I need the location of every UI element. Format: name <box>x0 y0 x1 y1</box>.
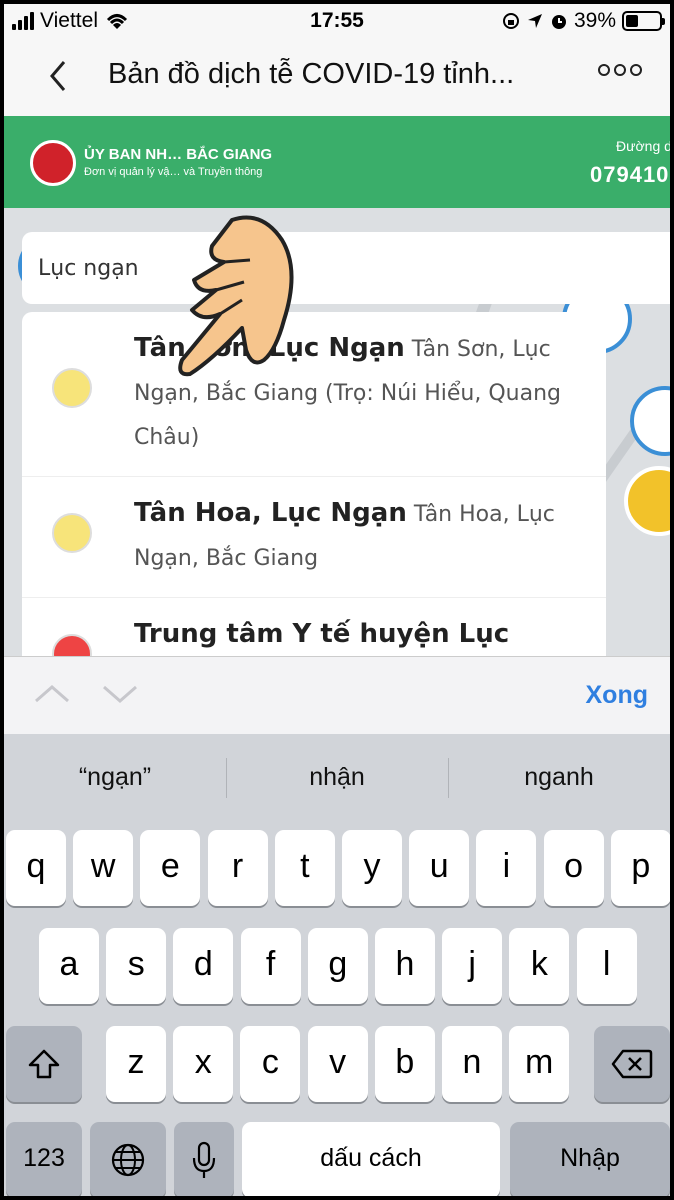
search-box[interactable] <box>22 232 670 304</box>
suggestion-item[interactable]: nhận <box>226 734 448 820</box>
signal-icon <box>12 12 34 30</box>
chevron-up-icon[interactable] <box>32 681 72 707</box>
province-logo <box>30 140 76 186</box>
language-key[interactable] <box>90 1122 166 1196</box>
return-key[interactable]: Nhập <box>510 1122 670 1196</box>
suggestion-item[interactable]: “ngạn” <box>4 734 226 820</box>
carrier-label: Viettel <box>40 9 98 32</box>
status-dot-icon <box>52 368 92 408</box>
chevron-down-icon[interactable] <box>100 681 140 707</box>
key-u[interactable]: u <box>409 830 470 906</box>
location-icon <box>527 14 542 28</box>
key-b[interactable]: b <box>374 1026 435 1102</box>
key-n[interactable]: n <box>442 1026 502 1102</box>
authority-banner: ỦY BAN NH… BẮC GIANG Đơn vị quản lý vậ… … <box>4 116 670 208</box>
map-view[interactable]: ỦY BAN NH… BẮC GIANG Đơn vị quản lý vậ… … <box>4 116 670 656</box>
hotline-label: Đường d <box>616 138 670 154</box>
suggestion-item[interactable]: nganh <box>448 734 670 820</box>
key-k[interactable]: k <box>509 928 570 1004</box>
rotation-lock-icon <box>502 13 519 29</box>
key-l[interactable]: l <box>576 928 637 1004</box>
keyboard-accessory-bar: Xong <box>4 656 670 734</box>
pointing-hand-icon <box>178 215 294 377</box>
banner-org: ỦY BAN NH… BẮC GIANG <box>84 146 273 163</box>
key-y[interactable]: y <box>342 830 402 906</box>
battery-icon <box>622 11 665 31</box>
shift-key[interactable] <box>6 1026 82 1102</box>
key-d[interactable]: d <box>173 928 234 1004</box>
hotline-number[interactable]: 079410 <box>590 162 669 188</box>
delete-key[interactable] <box>594 1026 670 1102</box>
key-p[interactable]: p <box>610 830 670 906</box>
globe-icon <box>111 1143 145 1177</box>
page-title: Bản đồ dịch tễ COVID-19 tỉnh... <box>108 58 515 90</box>
key-j[interactable]: j <box>442 928 503 1004</box>
search-results: Tân Sơn, Lục Ngạn Tân Sơn, Lục Ngạn, Bắc… <box>22 312 606 656</box>
key-w[interactable]: w <box>73 830 134 906</box>
key-h[interactable]: h <box>375 928 435 1004</box>
key-o[interactable]: o <box>543 830 604 906</box>
key-a[interactable]: a <box>39 928 99 1004</box>
key-v[interactable]: v <box>307 1026 368 1102</box>
onscreen-keyboard: “ngạn” nhận nganh qwertyuiop asdfghjkl zxc… <box>4 734 670 1196</box>
key-r[interactable]: r <box>207 830 268 906</box>
backspace-icon <box>611 1049 653 1079</box>
back-icon[interactable] <box>40 56 80 96</box>
done-button[interactable]: Xong <box>586 681 649 710</box>
map-home-marker[interactable] <box>630 386 670 456</box>
space-key[interactable]: dấu cách <box>242 1122 500 1196</box>
key-x[interactable]: x <box>173 1026 234 1102</box>
battery-percent: 39% <box>573 9 616 32</box>
key-i[interactable]: i <box>476 830 537 906</box>
key-c[interactable]: c <box>240 1026 301 1102</box>
suggestion-bar: “ngạn” nhận nganh <box>4 734 670 820</box>
list-item[interactable]: Tân Sơn, Lục Ngạn Tân Sơn, Lục Ngạn, Bắc… <box>22 312 606 477</box>
search-input[interactable] <box>38 250 638 286</box>
key-q[interactable]: q <box>6 830 66 906</box>
numbers-key[interactable]: 123 <box>6 1122 82 1196</box>
dictation-key[interactable] <box>174 1122 234 1196</box>
navigation-bar: Bản đồ dịch tễ COVID-19 tỉnh... <box>4 38 670 116</box>
result-name: Trung tâm Y tế huyện Lục <box>134 619 510 649</box>
more-options-icon[interactable] <box>598 64 642 76</box>
microphone-icon <box>192 1141 216 1179</box>
shift-icon <box>28 1049 60 1079</box>
key-g[interactable]: g <box>307 928 368 1004</box>
list-item[interactable]: Trung tâm Y tế huyện Lục <box>22 598 606 656</box>
key-t[interactable]: t <box>274 830 335 906</box>
banner-unit: Đơn vị quản lý vậ… và Truyền thông <box>84 166 263 178</box>
wifi-icon <box>106 14 128 29</box>
key-m[interactable]: m <box>509 1026 570 1102</box>
alarm-icon <box>551 15 566 29</box>
status-bar: Viettel 17:55 39% <box>4 4 670 38</box>
phone-screen: Viettel 17:55 39% Bản đồ dịch tễ COVID-1… <box>4 4 670 1196</box>
map-yellow-marker[interactable] <box>624 466 670 536</box>
key-s[interactable]: s <box>106 928 167 1004</box>
status-dot-icon <box>52 513 92 553</box>
result-name: Tân Hoa, Lục Ngạn <box>134 498 407 528</box>
status-dot-icon <box>52 634 92 656</box>
list-item[interactable]: Tân Hoa, Lục Ngạn Tân Hoa, Lục Ngạn, Bắc… <box>22 477 606 598</box>
key-f[interactable]: f <box>240 928 301 1004</box>
key-z[interactable]: z <box>106 1026 166 1102</box>
key-e[interactable]: e <box>140 830 201 906</box>
